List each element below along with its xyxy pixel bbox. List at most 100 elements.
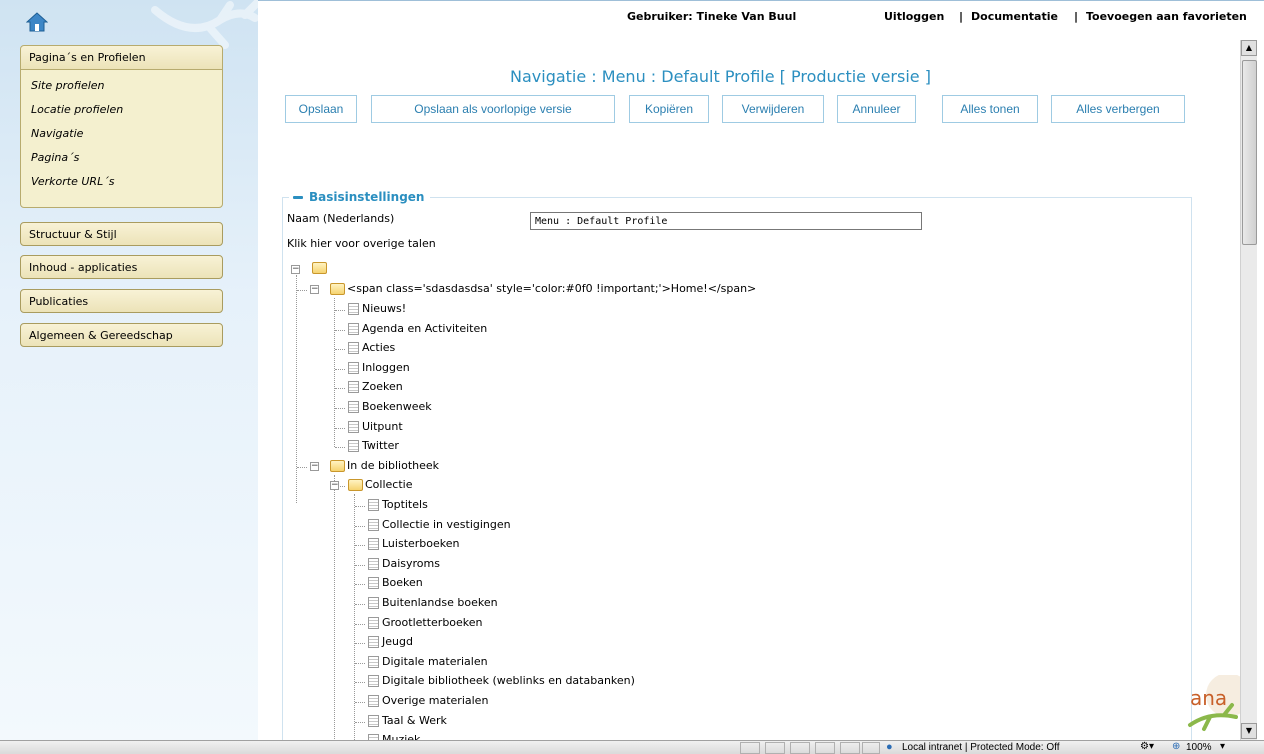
zoom-level[interactable]: 100%	[1186, 742, 1212, 753]
tree-node-label: <span class='sdasdasdsa' style='color:#0…	[347, 282, 757, 295]
tree-connector	[335, 388, 345, 390]
tree-root[interactable]	[312, 260, 329, 278]
tree-node-page[interactable]: Collectie in vestigingen	[368, 517, 511, 535]
show-all-button[interactable]: Alles tonen	[942, 95, 1038, 123]
home-icon[interactable]	[26, 12, 48, 32]
tree-node-label: Grootletterboeken	[382, 615, 483, 629]
pages-profiles-header[interactable]: Pagina´s en Profielen	[21, 46, 222, 70]
tree-node-page[interactable]: Nieuws!	[348, 301, 406, 319]
tree-node-label: Daisyroms	[382, 556, 440, 570]
save-button[interactable]: Opslaan	[285, 95, 357, 123]
hide-all-button[interactable]: Alles verbergen	[1051, 95, 1185, 123]
tree-node-collection[interactable]: Collectie	[348, 477, 412, 495]
security-zone[interactable]: Local intranet | Protected Mode: Off	[902, 742, 1060, 753]
tree-node-page[interactable]: Luisterboeken	[368, 536, 460, 554]
tree-node-page[interactable]: Uitpunt	[348, 419, 403, 437]
sidebar-structure-style-button[interactable]: Structuur & Stijl	[20, 222, 223, 246]
tree-node-page[interactable]: Acties	[348, 340, 395, 358]
page-icon	[368, 597, 379, 609]
page-icon	[348, 342, 359, 355]
tree-connector	[297, 290, 307, 291]
sidebar-item-site-profiles[interactable]: Site profielen	[21, 74, 222, 98]
tree-connector	[355, 623, 365, 625]
tree-connector	[355, 682, 365, 684]
tree-node-label: Taal & Werk	[382, 713, 447, 727]
other-languages-link[interactable]: Klik hier voor overige talen	[287, 237, 436, 250]
tree-node-page[interactable]: Buitenlandse boeken	[368, 595, 498, 613]
add-to-favorites-link[interactable]: Toevoegen aan favorieten	[1086, 10, 1247, 23]
status-cell	[740, 742, 760, 754]
sidebar-item-navigation[interactable]: Navigatie	[21, 122, 222, 146]
sidebar-item-short-urls[interactable]: Verkorte URL´s	[21, 170, 222, 194]
tree-node-label: Digitale bibliotheek (weblinks en databa…	[382, 674, 635, 688]
sidebar-content-apps-button[interactable]: Inhoud - applicaties	[20, 255, 223, 279]
tree-connector	[355, 643, 365, 645]
current-user: Gebruiker: Tineke Van Buul	[627, 10, 797, 23]
tree-node-library[interactable]: In de bibliotheek	[330, 458, 439, 476]
zoom-dropdown-icon[interactable]: ▾	[1220, 741, 1225, 752]
page-icon	[348, 303, 359, 315]
brand-logo-icon: ana	[1188, 675, 1240, 731]
page-icon	[348, 420, 359, 433]
protected-mode-icon[interactable]: ⚙▾	[1140, 741, 1154, 752]
tree-node-page[interactable]: Grootletterboeken	[368, 615, 483, 633]
sidebar-publications-button[interactable]: Publicaties	[20, 289, 223, 313]
tree-node-page[interactable]: Taal & Werk	[368, 713, 447, 731]
tree-node-label: Agenda en Activiteiten	[362, 321, 488, 335]
collapse-library-icon[interactable]: −	[310, 462, 319, 471]
tree-connector	[335, 408, 345, 409]
status-cell	[862, 742, 880, 754]
vertical-scrollbar[interactable]: ▲ ▼	[1240, 40, 1257, 740]
tree-node-page[interactable]: Jeugd	[368, 634, 413, 652]
tree-node-label: Jeugd	[382, 635, 413, 649]
scroll-thumb[interactable]	[1242, 60, 1257, 245]
page-icon	[368, 616, 379, 629]
tree-node-page[interactable]: Boekenweek	[348, 399, 432, 417]
tree-node-page[interactable]: Overige materialen	[368, 693, 488, 711]
collapse-home-icon[interactable]: −	[310, 285, 319, 294]
tree-node-page[interactable]: Inloggen	[348, 360, 410, 378]
scroll-up-icon[interactable]: ▲	[1241, 40, 1257, 56]
tree-node-label: Boeken	[382, 576, 423, 590]
tree-node-page[interactable]: Digitale materialen	[368, 654, 488, 672]
tree-node-page[interactable]: Daisyroms	[368, 556, 440, 574]
page-icon	[368, 655, 379, 668]
documentation-link[interactable]: Documentatie	[971, 10, 1058, 23]
tree-node-page[interactable]: Digitale bibliotheek (weblinks en databa…	[368, 673, 635, 691]
tree-connector	[355, 721, 365, 723]
page-icon	[368, 577, 379, 590]
tree-node-label: Collectie in vestigingen	[382, 517, 511, 531]
collapse-icon[interactable]	[293, 196, 303, 199]
basic-settings-legend[interactable]: Basisinstellingen	[289, 190, 431, 204]
separator: |	[959, 10, 964, 23]
cancel-button[interactable]: Annuleer	[837, 95, 916, 123]
logout-link[interactable]: Uitloggen	[884, 10, 944, 23]
tree-node-page[interactable]: Zoeken	[348, 379, 403, 397]
folder-icon	[330, 283, 345, 295]
sidebar-general-tools-button[interactable]: Algemeen & Gereedschap	[20, 323, 223, 347]
top-bar: Gebruiker: Tineke Van Buul Uitloggen | D…	[258, 0, 1264, 40]
collapse-collection-icon[interactable]: −	[330, 481, 339, 490]
tree-node-page[interactable]: Toptitels	[368, 497, 428, 515]
tree-node-home[interactable]: <span class='sdasdasdsa' style='color:#0…	[330, 281, 756, 299]
tree-node-page[interactable]: Muziek	[368, 732, 420, 740]
tree-node-page[interactable]: Boeken	[368, 575, 423, 593]
tree-node-label: Toptitels	[382, 498, 428, 511]
status-bar: ● Local intranet | Protected Mode: Off ⚙…	[0, 740, 1264, 754]
collapse-root-icon[interactable]: −	[291, 265, 300, 274]
copy-button[interactable]: Kopiëren	[629, 95, 709, 123]
tree-connector	[297, 467, 307, 468]
page-icon	[368, 714, 379, 727]
name-field[interactable]	[530, 212, 922, 230]
page-icon	[368, 499, 379, 511]
zoom-icon[interactable]: ⊕	[1172, 741, 1180, 752]
tree-connector	[355, 584, 365, 586]
sidebar-item-location-profiles[interactable]: Locatie profielen	[21, 98, 222, 122]
tree-connector	[355, 525, 365, 527]
tree-node-page[interactable]: Agenda en Activiteiten	[348, 321, 487, 339]
scroll-down-icon[interactable]: ▼	[1241, 723, 1257, 739]
delete-button[interactable]: Verwijderen	[722, 95, 824, 123]
save-draft-button[interactable]: Opslaan als voorlopige versie	[371, 95, 615, 123]
tree-node-page[interactable]: Twitter	[348, 438, 399, 456]
sidebar-item-pages[interactable]: Pagina´s	[21, 146, 222, 170]
